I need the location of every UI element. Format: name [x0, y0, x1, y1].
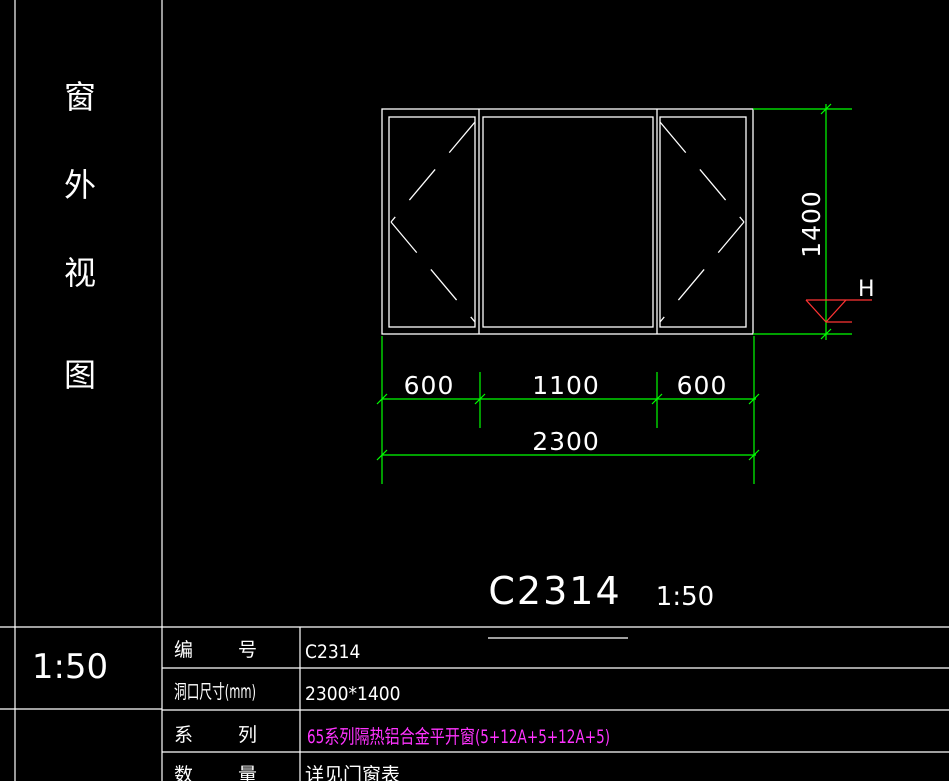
window-elevation — [381, 108, 754, 335]
window-code-title: C2314 — [488, 569, 621, 613]
side-title-char: 外 — [64, 166, 96, 204]
dim-total: 2300 — [532, 427, 600, 456]
elevation-marker-label: H — [858, 277, 875, 302]
dim-height: 1400 — [797, 190, 826, 258]
window-scale-title: 1:50 — [656, 582, 714, 612]
fixed-pane — [482, 116, 654, 328]
row-label-part: 号 — [238, 639, 257, 661]
row-value: 详见门窗表 — [305, 764, 400, 781]
row-value: 2300*1400 — [305, 683, 401, 705]
row-label-part: 编 — [174, 639, 193, 661]
elevation-marker: H — [805, 277, 875, 323]
info-table — [162, 626, 949, 781]
row-label-part: 量 — [238, 764, 257, 781]
dim-left: 600 — [404, 371, 455, 400]
row-label-part: 数 — [174, 764, 193, 781]
dim-right: 600 — [677, 371, 728, 400]
row-value: C2314 — [305, 641, 360, 663]
right-sash — [659, 116, 747, 328]
side-title-char: 图 — [64, 356, 96, 394]
side-title-char: 窗 — [64, 78, 96, 116]
dimensions — [376, 103, 852, 484]
row-label: 洞口尺寸(mm) — [174, 681, 256, 703]
cad-drawing: 窗 外 视 图 1:50 600 1100 600 2300 1400 H C2… — [0, 0, 949, 781]
window-outer-frame — [381, 108, 754, 335]
left-sash — [388, 116, 476, 328]
side-scale: 1:50 — [32, 647, 108, 687]
side-title-char: 视 — [64, 254, 96, 292]
row-value-series: 65系列隔热铝合金平开窗(5+12A+5+12A+5) — [307, 726, 610, 748]
dim-middle: 1100 — [532, 371, 600, 400]
row-label-part: 系 — [174, 724, 193, 746]
row-label-part: 列 — [238, 724, 257, 746]
side-title: 窗 外 视 图 — [64, 78, 96, 394]
dimension-labels: 600 1100 600 2300 1400 — [404, 190, 826, 456]
